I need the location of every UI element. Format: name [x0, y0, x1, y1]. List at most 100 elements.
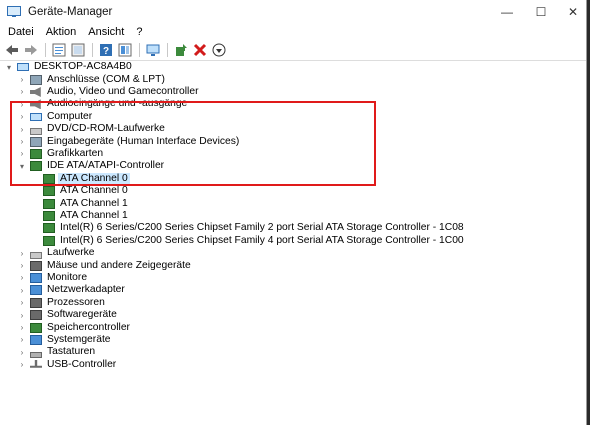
chip2-device-icon — [30, 310, 42, 321]
tree-item-label: Softwaregeräte — [47, 309, 117, 321]
tree-item-label: DESKTOP-AC8A4B0 — [34, 61, 132, 73]
update-driver-icon[interactable] — [172, 42, 190, 58]
tree-item-label: Systemgeräte — [47, 333, 111, 345]
close-button[interactable]: ✕ — [555, 0, 590, 24]
tree-item-label: Monitore — [47, 271, 88, 283]
tree-item-label: Tastaturen — [47, 346, 96, 358]
menu-datei[interactable]: Datei — [2, 24, 40, 40]
tree-category-netzwerkadapter[interactable]: › Netzwerkadapter — [17, 284, 127, 296]
toolbar-separator — [92, 43, 93, 57]
expand-chevron-icon[interactable]: › — [17, 323, 27, 333]
tree-device-ata-channel-0[interactable]: ATA Channel 0 — [30, 185, 130, 197]
back-icon[interactable] — [3, 42, 21, 58]
no-expander — [30, 199, 40, 209]
tree-category-audio-video-und-gamecontroller[interactable]: › Audio, Video und Gamecontroller — [17, 86, 201, 98]
tree-device-intel-r-6-series-c200-series-chipset-family-2-port-serial-ata-storage-controller-1c08[interactable]: Intel(R) 6 Series/C200 Series Chipset Fa… — [30, 222, 466, 234]
chip-device-icon — [43, 210, 55, 221]
tree-category-usb-controller[interactable]: › USB-Controller — [17, 359, 118, 371]
list-icon[interactable] — [69, 42, 87, 58]
chip2-device-icon — [30, 260, 42, 271]
kbd-device-icon — [30, 352, 42, 359]
menu-ansicht[interactable]: Ansicht — [82, 24, 130, 40]
tree-item-label: Intel(R) 6 Series/C200 Series Chipset Fa… — [60, 222, 464, 234]
expand-chevron-icon[interactable]: › — [17, 248, 27, 258]
chip-device-icon — [43, 223, 55, 234]
chip2-device-icon — [30, 297, 42, 308]
tree-item-label: ATA Channel 0 — [60, 185, 128, 197]
toolbar: ? — [0, 40, 586, 61]
tree-item-label: Speichercontroller — [47, 321, 130, 333]
help-icon[interactable]: ? — [97, 42, 115, 58]
expand-chevron-icon[interactable]: › — [17, 285, 27, 295]
expand-chevron-icon[interactable]: › — [17, 347, 27, 357]
no-expander — [30, 211, 40, 221]
tree-device-ata-channel-1[interactable]: ATA Channel 1 — [30, 210, 130, 222]
toolbar-separator — [45, 43, 46, 57]
tree-item-label: Prozessoren — [47, 296, 105, 308]
tree-category-prozessoren[interactable]: › Prozessoren — [17, 297, 107, 309]
disk-device-icon — [30, 251, 42, 259]
tree-item-label: ATA Channel 1 — [60, 209, 128, 221]
tree-item-label: Intel(R) 6 Series/C200 Series Chipset Fa… — [60, 234, 464, 246]
pc-device-icon — [17, 63, 29, 72]
device-manager-app-icon — [7, 6, 21, 18]
tree-item-label: Anschlüsse (COM & LPT) — [47, 73, 165, 85]
tree-item-label: USB-Controller — [47, 358, 117, 370]
tree-device-ata-channel-1[interactable]: ATA Channel 1 — [30, 197, 130, 209]
properties-icon[interactable] — [50, 42, 68, 58]
details-icon[interactable] — [116, 42, 134, 58]
menu-aktion[interactable]: Aktion — [40, 24, 83, 40]
tree-item-label: ATA Channel 1 — [60, 197, 128, 209]
tree-category-systemgerate[interactable]: › Systemgeräte — [17, 334, 113, 346]
tree-category-laufwerke[interactable]: › Laufwerke — [17, 247, 97, 259]
chip-device-icon — [30, 322, 42, 333]
minimize-button[interactable]: — — [489, 0, 525, 24]
tree-category-tastaturen[interactable]: › Tastaturen — [17, 346, 97, 359]
uninstall-icon[interactable] — [191, 42, 209, 58]
expand-chevron-icon[interactable]: › — [17, 261, 27, 271]
blue-device-icon — [30, 334, 42, 345]
window-title: Geräte-Manager — [28, 6, 113, 18]
red-highlight-box — [10, 101, 376, 186]
collapse-chevron-icon[interactable]: ▾ — [4, 62, 14, 72]
tree-device-intel-r-6-series-c200-series-chipset-family-4-port-serial-ata-storage-controller-1c00[interactable]: Intel(R) 6 Series/C200 Series Chipset Fa… — [30, 235, 466, 247]
no-expander — [30, 223, 40, 233]
tree-category-speichercontroller[interactable]: › Speichercontroller — [17, 321, 132, 333]
blue-device-icon — [30, 272, 42, 283]
chip-device-icon — [43, 235, 55, 246]
title-bar[interactable]: Geräte-Manager — ☐ ✕ — [0, 0, 586, 24]
blue-device-icon — [30, 285, 42, 296]
usb-device-icon — [30, 359, 42, 368]
device-manager-window: Geräte-Manager — ☐ ✕ Datei Aktion Ansich… — [0, 0, 587, 425]
tree-item-label: Netzwerkadapter — [47, 284, 125, 296]
expand-chevron-icon[interactable]: › — [17, 335, 27, 345]
no-expander — [30, 236, 40, 246]
port-device-icon — [30, 74, 42, 85]
toolbar-separator — [139, 43, 140, 57]
monitor-scan-icon[interactable] — [144, 42, 162, 58]
expand-chevron-icon[interactable]: › — [17, 310, 27, 320]
download-icon[interactable] — [210, 42, 228, 58]
tree-root-desktop[interactable]: ▾ DESKTOP-AC8A4B0 — [4, 61, 134, 73]
maximize-button[interactable]: ☐ — [523, 0, 559, 24]
tree-category-mause-und-andere-zeigegerate[interactable]: › Mäuse und andere Zeigegeräte — [17, 259, 193, 271]
menu-help[interactable]: ? — [130, 24, 148, 40]
chip-device-icon — [43, 186, 55, 197]
tree-item-label: Audio, Video und Gamecontroller — [47, 85, 199, 97]
tree-category-softwaregerate[interactable]: › Softwaregeräte — [17, 309, 119, 321]
expand-chevron-icon[interactable]: › — [17, 298, 27, 308]
forward-icon[interactable] — [22, 42, 40, 58]
no-expander — [30, 186, 40, 196]
toolbar-separator — [167, 43, 168, 57]
expand-chevron-icon[interactable]: › — [17, 273, 27, 283]
tree-item-label: Laufwerke — [47, 247, 95, 259]
tree-item-label: Mäuse und andere Zeigegeräte — [47, 259, 191, 271]
expand-chevron-icon[interactable]: › — [17, 360, 27, 370]
chip-device-icon — [43, 198, 55, 209]
spk-device-icon — [30, 86, 41, 97]
tree-category-anschlusse-com-lpt[interactable]: › Anschlüsse (COM & LPT) — [17, 73, 167, 85]
expand-chevron-icon[interactable]: › — [17, 87, 27, 97]
tree-category-monitore[interactable]: › Monitore — [17, 272, 89, 284]
svg-text:?: ? — [103, 46, 109, 57]
expand-chevron-icon[interactable]: › — [17, 75, 27, 85]
